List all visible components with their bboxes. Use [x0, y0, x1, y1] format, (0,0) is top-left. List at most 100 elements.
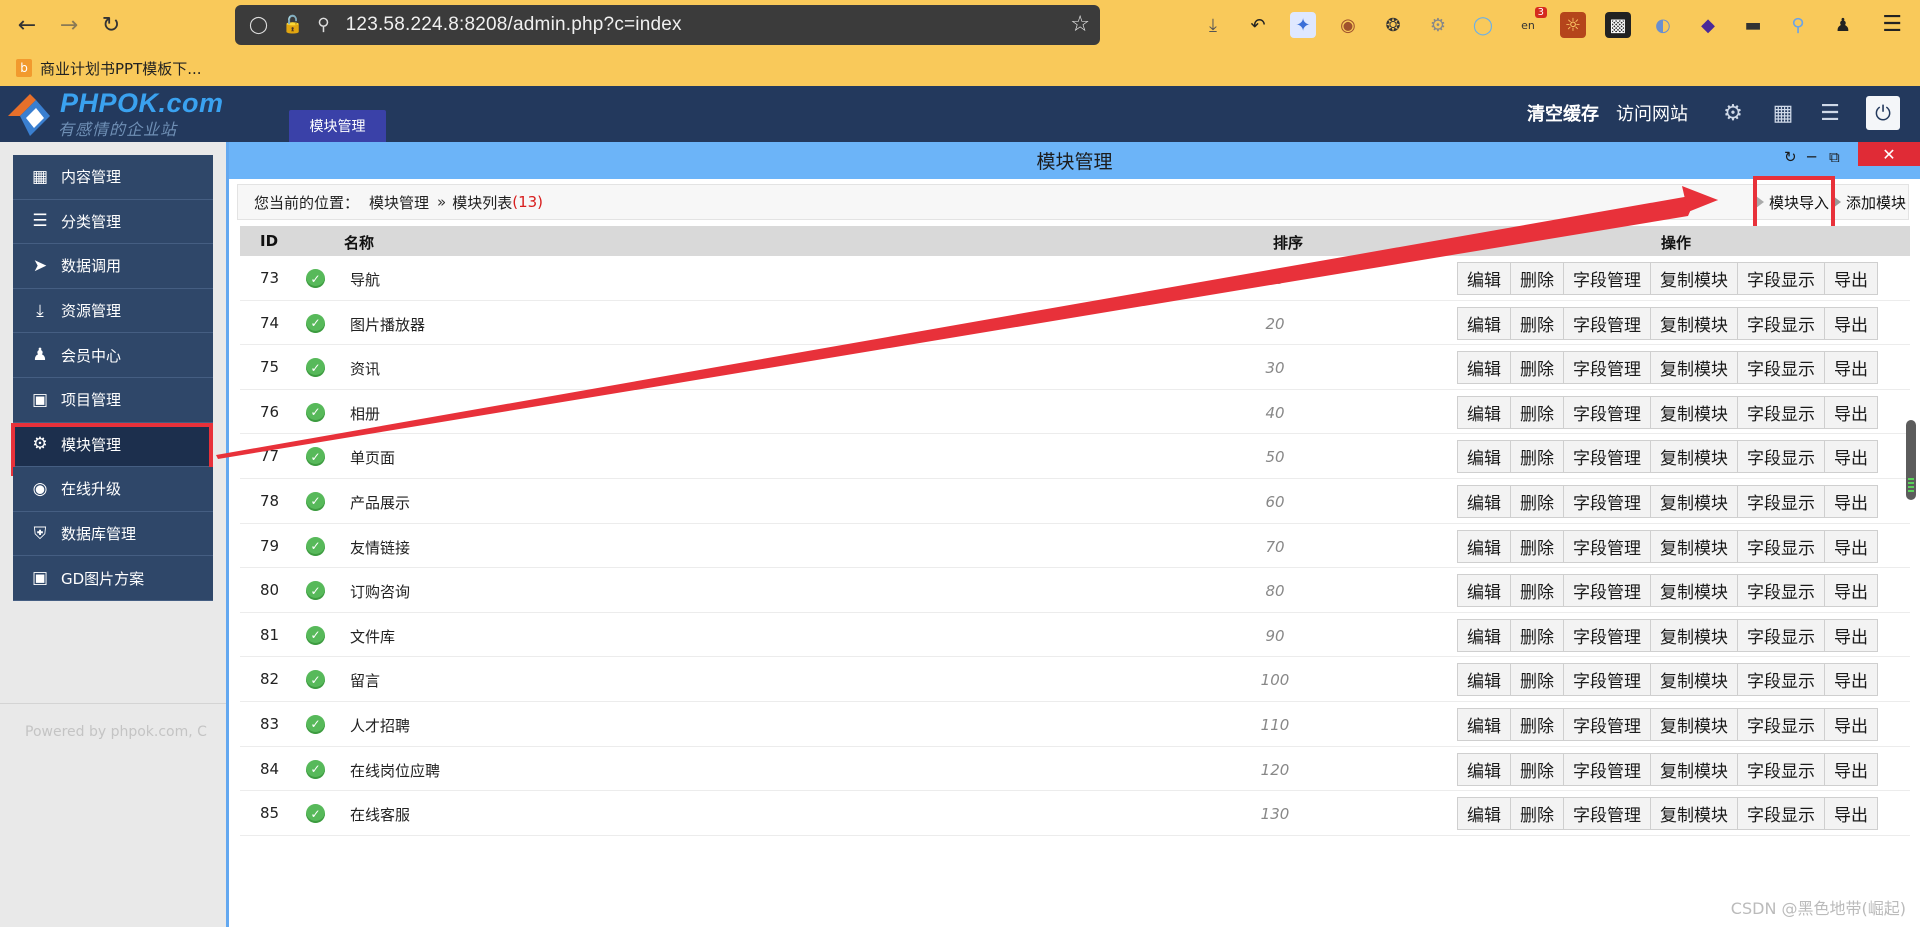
copy-module-button[interactable]: 复制模块	[1650, 529, 1738, 563]
field-manage-button[interactable]: 字段管理	[1563, 395, 1651, 429]
delete-button[interactable]: 删除	[1510, 752, 1564, 786]
refresh-icon[interactable]: ↻	[1784, 148, 1797, 166]
status-check-icon[interactable]: ✓	[306, 804, 325, 824]
delete-button[interactable]: 删除	[1510, 618, 1564, 652]
copy-module-button[interactable]: 复制模块	[1650, 663, 1738, 697]
status-check-icon[interactable]: ✓	[306, 625, 325, 645]
toggle-icon[interactable]: ◐	[1650, 12, 1676, 38]
glasses-icon[interactable]: ▩	[1605, 12, 1631, 38]
delete-button[interactable]: 删除	[1510, 306, 1564, 340]
extension-bird-icon[interactable]: ✦	[1290, 12, 1316, 38]
export-button[interactable]: 导出	[1824, 618, 1878, 652]
export-button[interactable]: 导出	[1824, 484, 1878, 518]
field-display-button[interactable]: 字段显示	[1737, 306, 1825, 340]
field-display-button[interactable]: 字段显示	[1737, 484, 1825, 518]
sidebar-item-resources[interactable]: ⤓ 资源管理	[13, 288, 213, 334]
delete-button[interactable]: 删除	[1510, 663, 1564, 697]
edit-button[interactable]: 编辑	[1457, 484, 1511, 518]
profile-icon[interactable]: ♟	[1830, 12, 1856, 38]
copy-module-button[interactable]: 复制模块	[1650, 618, 1738, 652]
edit-button[interactable]: 编辑	[1457, 797, 1511, 831]
sidebar-item-modules[interactable]: ⚙ 模块管理	[11, 422, 213, 476]
field-display-button[interactable]: 字段显示	[1737, 707, 1825, 741]
field-display-button[interactable]: 字段显示	[1737, 797, 1825, 831]
copy-module-button[interactable]: 复制模块	[1650, 440, 1738, 474]
export-button[interactable]: 导出	[1824, 306, 1878, 340]
cookie-editor-icon[interactable]: ❂	[1380, 12, 1406, 38]
clear-cache-link[interactable]: 清空缓存	[1527, 100, 1599, 126]
sidebar-item-database[interactable]: ⛨ 数据库管理	[13, 511, 213, 557]
copy-module-button[interactable]: 复制模块	[1650, 707, 1738, 741]
export-button[interactable]: 导出	[1824, 395, 1878, 429]
field-manage-button[interactable]: 字段管理	[1563, 752, 1651, 786]
windows-icon[interactable]: ▦	[1768, 98, 1798, 128]
status-check-icon[interactable]: ✓	[306, 714, 325, 734]
add-module-button[interactable]: 添加模块	[1833, 185, 1906, 219]
field-display-button[interactable]: 字段显示	[1737, 262, 1825, 295]
copy-module-button[interactable]: 复制模块	[1650, 484, 1738, 518]
export-button[interactable]: 导出	[1824, 707, 1878, 741]
field-display-button[interactable]: 字段显示	[1737, 663, 1825, 697]
copy-module-button[interactable]: 复制模块	[1650, 797, 1738, 831]
back-icon[interactable]: ←	[12, 10, 42, 40]
export-button[interactable]: 导出	[1824, 663, 1878, 697]
cookie-icon[interactable]: ◉	[1335, 12, 1361, 38]
status-check-icon[interactable]: ✓	[306, 581, 325, 601]
status-check-icon[interactable]: ✓	[306, 269, 325, 288]
field-manage-button[interactable]: 字段管理	[1563, 529, 1651, 563]
field-manage-button[interactable]: 字段管理	[1563, 618, 1651, 652]
field-manage-button[interactable]: 字段管理	[1563, 351, 1651, 385]
delete-button[interactable]: 删除	[1510, 484, 1564, 518]
export-button[interactable]: 导出	[1824, 797, 1878, 831]
address-bar[interactable]: ◯ 🔓 ⚲ 123.58.224.8:8208/admin.php?c=inde…	[235, 5, 1100, 45]
field-display-button[interactable]: 字段显示	[1737, 618, 1825, 652]
delete-button[interactable]: 删除	[1510, 440, 1564, 474]
bookmark-item[interactable]: 商业计划书PPT模板下...	[40, 58, 202, 79]
translate-icon[interactable]: en 3	[1515, 7, 1547, 38]
copy-module-button[interactable]: 复制模块	[1650, 306, 1738, 340]
sidebar-item-data-call[interactable]: ➤ 数据调用	[13, 244, 213, 289]
status-check-icon[interactable]: ✓	[306, 536, 325, 556]
sidebar-item-category[interactable]: ☰ 分类管理	[13, 199, 213, 245]
field-display-button[interactable]: 字段显示	[1737, 574, 1825, 608]
delete-button[interactable]: 删除	[1510, 529, 1564, 563]
field-manage-button[interactable]: 字段管理	[1563, 707, 1651, 741]
export-button[interactable]: 导出	[1824, 574, 1878, 608]
reload-icon[interactable]: ↻	[96, 10, 126, 40]
sidebar-item-members[interactable]: ♟ 会员中心	[13, 333, 213, 378]
copy-module-button[interactable]: 复制模块	[1650, 574, 1738, 608]
edit-button[interactable]: 编辑	[1457, 395, 1511, 429]
bookmark-star-icon[interactable]: ☆	[1070, 12, 1090, 37]
sun-icon[interactable]: ☼	[1560, 12, 1586, 38]
field-manage-button[interactable]: 字段管理	[1563, 306, 1651, 340]
field-manage-button[interactable]: 字段管理	[1563, 574, 1651, 608]
export-button[interactable]: 导出	[1824, 752, 1878, 786]
field-display-button[interactable]: 字段显示	[1737, 752, 1825, 786]
downloads-icon[interactable]: ⤓	[1200, 12, 1226, 38]
export-button[interactable]: 导出	[1824, 351, 1878, 385]
field-manage-button[interactable]: 字段管理	[1563, 440, 1651, 474]
field-display-button[interactable]: 字段显示	[1737, 395, 1825, 429]
delete-button[interactable]: 删除	[1510, 707, 1564, 741]
import-module-button[interactable]: 模块导入	[1756, 185, 1829, 219]
field-display-button[interactable]: 字段显示	[1737, 529, 1825, 563]
edit-button[interactable]: 编辑	[1457, 306, 1511, 340]
breadcrumb-root[interactable]: 模块管理	[369, 192, 429, 213]
field-manage-button[interactable]: 字段管理	[1563, 797, 1651, 831]
export-button[interactable]: 导出	[1824, 529, 1878, 563]
undo-icon[interactable]: ↶	[1245, 12, 1271, 38]
restore-icon[interactable]: ⧉	[1829, 148, 1840, 166]
status-check-icon[interactable]: ✓	[306, 402, 325, 422]
copy-module-button[interactable]: 复制模块	[1650, 351, 1738, 385]
forward-icon[interactable]: →	[54, 10, 84, 40]
status-check-icon[interactable]: ✓	[306, 670, 325, 690]
status-check-icon[interactable]: ✓	[306, 358, 325, 378]
status-check-icon[interactable]: ✓	[306, 447, 325, 467]
edit-button[interactable]: 编辑	[1457, 618, 1511, 652]
edit-button[interactable]: 编辑	[1457, 707, 1511, 741]
status-check-icon[interactable]: ✓	[306, 759, 325, 779]
close-icon[interactable]: ✕	[1858, 142, 1920, 166]
status-check-icon[interactable]: ✓	[306, 491, 325, 511]
field-display-button[interactable]: 字段显示	[1737, 351, 1825, 385]
logout-power-icon[interactable]: ⏻	[1866, 96, 1900, 130]
